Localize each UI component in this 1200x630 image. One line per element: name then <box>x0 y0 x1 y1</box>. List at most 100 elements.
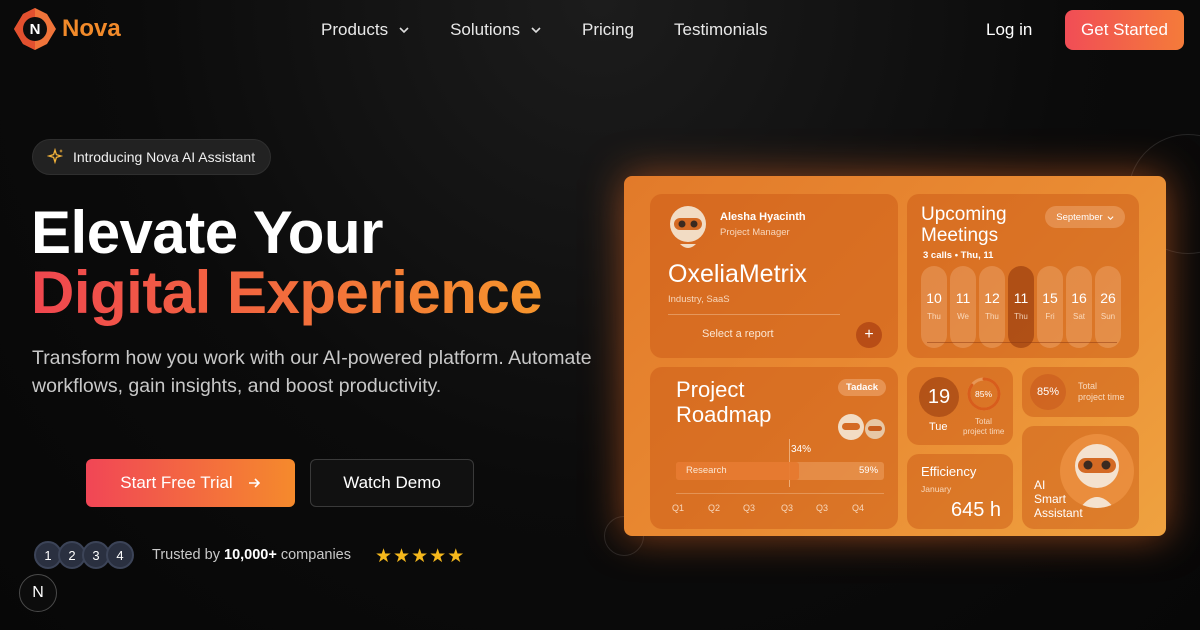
time-label-2: project time <box>1078 392 1125 402</box>
date-card: 19 Tue 85% Total project time <box>907 367 1013 445</box>
quarter-label: Q4 <box>852 503 865 513</box>
assistant-line-3: Assistant <box>1034 506 1083 520</box>
date-day: 19 <box>927 385 951 408</box>
month-selector[interactable]: September <box>1045 206 1125 228</box>
calendar-day-selected[interactable]: 11 Thu <box>1008 266 1034 348</box>
day-name: Sat <box>1072 312 1085 321</box>
logo-letter: N <box>29 20 41 38</box>
quarter-label: Q1 <box>672 503 685 513</box>
corner-badge[interactable]: N <box>19 574 57 612</box>
day-number: 16 <box>1071 290 1087 306</box>
start-free-trial-label: Start Free Trial <box>120 473 233 492</box>
top-nav: N Nova Products Solutions Pricing Testim… <box>0 0 1200 60</box>
nav-solutions[interactable]: Solutions <box>450 20 542 40</box>
day-number: 26 <box>1100 290 1116 306</box>
profile-role: Project Manager <box>720 227 790 238</box>
day-name: Thu <box>927 312 941 321</box>
ring-percentage: 85% <box>975 389 993 399</box>
select-report-dropdown[interactable]: Select a report <box>702 328 774 340</box>
nav-pricing[interactable]: Pricing <box>582 20 634 40</box>
start-free-trial-button[interactable]: Start Free Trial <box>86 459 295 507</box>
efficiency-month: January <box>921 484 952 494</box>
avatar: 4 <box>106 541 134 569</box>
time-label-1: Total <box>1078 381 1098 391</box>
star-icon: ★ <box>375 546 393 567</box>
ring-label-2: project time <box>963 427 1005 436</box>
quarter-label: Q3 <box>816 503 829 513</box>
meetings-title-2: Meetings <box>921 225 999 246</box>
ring-label-1: Total <box>975 417 992 426</box>
add-report-button[interactable]: + <box>856 322 882 348</box>
star-icon: ★ <box>411 546 429 567</box>
progress-track: Research 59% <box>676 462 884 480</box>
efficiency-card: Efficiency January 645 h <box>907 454 1013 529</box>
quarter-label: Q2 <box>708 503 721 513</box>
day-number: 11 <box>955 290 971 306</box>
calendar-day[interactable]: 11 We <box>950 266 976 348</box>
chevron-down-icon <box>399 27 409 34</box>
arrow-right-icon <box>248 478 260 488</box>
efficiency-title: Efficiency <box>921 464 977 479</box>
plus-icon: + <box>864 326 874 343</box>
roadmap-title-1: Project <box>676 377 745 402</box>
calendar-day[interactable]: 15 Fri <box>1037 266 1063 348</box>
hero-subtitle: Transform how you work with our AI-power… <box>32 347 592 397</box>
project-time-card: 85% Total project time <box>1022 367 1139 417</box>
trusted-suffix: companies <box>276 547 351 563</box>
roadmap-title-2: Roadmap <box>676 402 772 427</box>
axis-line <box>676 493 884 494</box>
headline-line-1: Elevate Your <box>31 199 383 266</box>
nav-testimonials[interactable]: Testimonials <box>674 20 768 40</box>
month-label: September <box>1056 211 1103 223</box>
progress-bar-label: Research <box>686 465 727 476</box>
nova-logo-icon: N <box>12 6 58 52</box>
headline-line-2: Digital Experience <box>31 259 543 326</box>
ai-assistant-card[interactable]: AI Smart Assistant <box>1022 426 1139 529</box>
calendar-day[interactable]: 12 Thu <box>979 266 1005 348</box>
login-link[interactable]: Log in <box>986 20 1032 40</box>
calendar-day[interactable]: 26 Sun <box>1095 266 1121 348</box>
company-name: OxeliaMetrix <box>668 260 807 288</box>
get-started-button[interactable]: Get Started <box>1065 10 1184 50</box>
profile-card: Alesha Hyacinth Project Manager OxeliaMe… <box>650 194 898 358</box>
sparkle-icon <box>47 148 64 165</box>
day-name: Fri <box>1045 312 1055 321</box>
roadmap-tag[interactable]: Tadack <box>838 379 887 396</box>
nav-products[interactable]: Products <box>321 20 410 40</box>
team-avatars-icon <box>838 414 885 440</box>
day-name: Sun <box>1100 312 1116 321</box>
nav-links: Products Solutions Pricing Testimonials <box>321 20 808 40</box>
brand-logo[interactable]: N Nova <box>12 6 121 52</box>
day-number: 15 <box>1042 290 1058 306</box>
nav-products-label: Products <box>321 20 389 39</box>
company-industry: Industry, SaaS <box>668 294 730 305</box>
calendar-day[interactable]: 16 Sat <box>1066 266 1092 348</box>
watch-demo-button[interactable]: Watch Demo <box>310 459 474 507</box>
quarter-label: Q3 <box>781 503 794 513</box>
dashboard-preview: Alesha Hyacinth Project Manager OxeliaMe… <box>624 176 1166 536</box>
roadmap-card: Project Roadmap Tadack 34% Research 59% … <box>650 367 898 529</box>
day-number: 11 <box>1013 290 1029 306</box>
trusted-prefix: Trusted by <box>152 547 224 563</box>
star-icon: ★ <box>447 546 465 567</box>
announcement-badge[interactable]: Introducing Nova AI Assistant <box>32 139 272 175</box>
trusted-count: 10,000+ <box>224 547 277 563</box>
star-icon: ★ <box>393 546 411 567</box>
day-name: Thu <box>985 312 999 321</box>
profile-name: Alesha Hyacinth <box>720 211 806 223</box>
robot-avatar-icon <box>670 206 706 248</box>
assistant-line-2: Smart <box>1034 492 1067 506</box>
customer-avatars: 1 2 3 4 <box>34 541 134 569</box>
assistant-avatar <box>1060 434 1134 508</box>
meetings-title-1: Upcoming <box>921 204 1007 225</box>
calendar-day[interactable]: 10 Thu <box>921 266 947 348</box>
time-percentage: 85% <box>1036 386 1060 398</box>
brand-name: Nova <box>62 15 121 42</box>
meetings-summary: 3 calls • Thu, 11 <box>923 250 994 261</box>
date-circle: 19 <box>919 377 959 417</box>
marker-percentage: 34% <box>791 444 812 455</box>
chevron-down-icon <box>1107 215 1114 220</box>
badge-text: Introducing Nova AI Assistant <box>73 149 256 165</box>
time-pct-circle: 85% <box>1030 374 1066 410</box>
meetings-card: Upcoming Meetings September 3 calls • Th… <box>907 194 1139 358</box>
